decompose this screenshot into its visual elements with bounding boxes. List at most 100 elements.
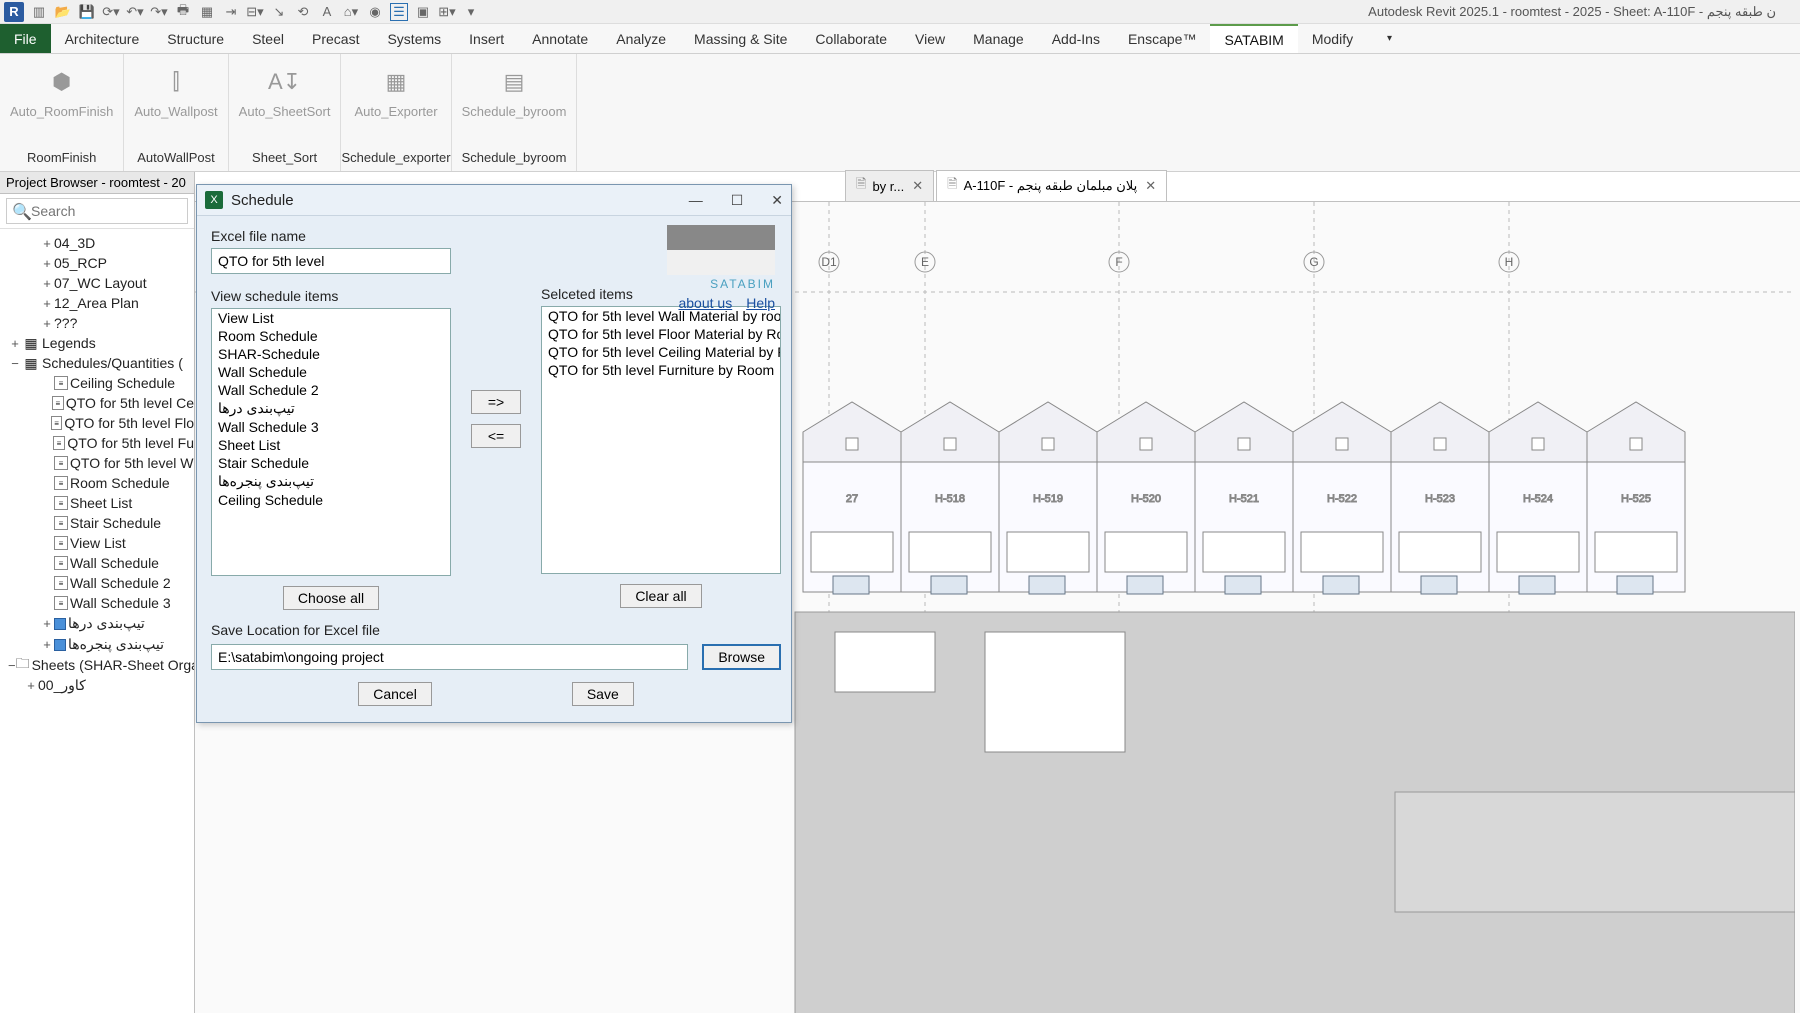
tree-row[interactable]: ≡QTO for 5th level W [0,453,194,473]
menu-add-ins[interactable]: Add-Ins [1038,24,1114,53]
tree-row[interactable]: ≡Stair Schedule [0,513,194,533]
choose-all-button[interactable]: Choose all [283,586,379,610]
menu-precast[interactable]: Precast [298,24,373,53]
menu-insert[interactable]: Insert [455,24,518,53]
window-icon[interactable]: ▣ [414,3,432,21]
menu-file[interactable]: File [0,24,51,53]
menu-enscape-[interactable]: Enscape™ [1114,24,1210,53]
close-icon[interactable]: ✕ [771,192,783,209]
about-link[interactable]: about us [678,295,732,311]
expander-icon[interactable]: + [24,678,38,693]
redo-icon[interactable]: ↷▾ [150,3,168,21]
print-icon[interactable]: 🖶 [174,3,192,21]
home-icon[interactable]: ⌂▾ [342,3,360,21]
text-icon[interactable]: A [318,3,336,21]
move-left-button[interactable]: <= [471,424,521,448]
menu-modify[interactable]: Modify [1298,24,1367,53]
tree-row[interactable]: +??? [0,313,194,333]
menu-annotate[interactable]: Annotate [518,24,602,53]
expander-icon[interactable]: + [40,637,54,652]
menu-analyze[interactable]: Analyze [602,24,680,53]
browse-button[interactable]: Browse [702,644,781,670]
view-tab[interactable]: 🗎A-110F - پلان مبلمان طبقه پنجم✕ [936,170,1167,201]
file-icon[interactable]: ▥ [30,3,48,21]
ribbon-btn[interactable]: ▤Schedule_byroom [452,60,577,123]
expander-icon[interactable]: + [40,256,54,271]
menu-architecture[interactable]: Architecture [51,24,154,53]
list-item[interactable]: Sheet List [212,436,450,454]
ribbon-btn[interactable]: ▦Auto_Exporter [344,60,447,123]
help-link[interactable]: Help [746,295,775,311]
undo-icon[interactable]: ↶▾ [126,3,144,21]
list-item[interactable]: QTO for 5th level Ceiling Material by Ro [542,343,780,361]
expander-icon[interactable]: − [8,356,22,371]
tree-row[interactable]: ≡Wall Schedule 3 [0,593,194,613]
expander-icon[interactable]: − [8,658,16,673]
maximize-icon[interactable]: ☐ [731,192,744,209]
expander-icon[interactable]: + [40,316,54,331]
tree-row[interactable]: ≡Sheet List [0,493,194,513]
pin-icon[interactable]: ↘ [270,3,288,21]
list-item[interactable]: Wall Schedule [212,363,450,381]
tree-row[interactable]: ≡View List [0,533,194,553]
ribbon-btn[interactable]: A↧Auto_SheetSort [229,60,341,123]
unpin-icon[interactable]: ⟲ [294,3,312,21]
menu-satabim[interactable]: SATABIM [1210,24,1297,53]
save-icon[interactable]: 💾 [78,3,96,21]
sync-icon[interactable]: ⟳▾ [102,3,120,21]
menu-collaborate[interactable]: Collaborate [801,24,901,53]
list-item[interactable]: Wall Schedule 3 [212,418,450,436]
tree-row[interactable]: −▦Schedules/Quantities ( [0,353,194,373]
cancel-button[interactable]: Cancel [358,682,432,706]
tree-row[interactable]: +04_3D [0,233,194,253]
tree-row[interactable]: ≡Room Schedule [0,473,194,493]
view-tab[interactable]: 🗎by r...✕ [845,170,934,201]
menu-manage[interactable]: Manage [959,24,1038,53]
tree-row[interactable]: ≡QTO for 5th level Fu [0,433,194,453]
list-item[interactable]: Room Schedule [212,327,450,345]
tree-row[interactable]: −🗀Sheets (SHAR-Sheet Organisation) [0,655,194,675]
minimize-icon[interactable]: — [689,192,703,209]
tree-row[interactable]: ≡Wall Schedule 2 [0,573,194,593]
menu-view[interactable]: View [901,24,959,53]
menu-steel[interactable]: Steel [238,24,298,53]
tree-row[interactable]: +تیپ‌بندی درها [0,613,194,634]
dim-icon[interactable]: ⊟▾ [246,3,264,21]
expander-icon[interactable]: + [40,236,54,251]
list-item[interactable]: تیپ‌بندی درها [212,399,450,418]
list-item[interactable]: Wall Schedule 2 [212,381,450,399]
tile-icon[interactable]: ⊞▾ [438,3,456,21]
ribbon-btn[interactable]: ⫿Auto_Wallpost [124,60,227,123]
list-item[interactable]: SHAR-Schedule [212,345,450,363]
tree-row[interactable]: +تیپ‌بندی پنجره‌ها [0,634,194,655]
list-item[interactable]: Ceiling Schedule [212,491,450,509]
list-item[interactable]: View List [212,309,450,327]
move-right-button[interactable]: => [471,390,521,414]
tree-row[interactable]: ≡QTO for 5th level Flo [0,413,194,433]
search-input[interactable] [6,198,188,224]
clear-all-button[interactable]: Clear all [620,584,701,608]
expander-icon[interactable]: + [40,276,54,291]
list-item[interactable]: تیپ‌بندی پنجره‌ها [212,472,450,491]
selected-items-listbox[interactable]: QTO for 5th level Wall Material by roomQ… [541,306,781,574]
menu-dropdown[interactable] [1367,24,1406,53]
tab-close-icon[interactable]: ✕ [1145,178,1156,194]
tree-row[interactable]: +12_Area Plan [0,293,194,313]
list-item[interactable]: Stair Schedule [212,454,450,472]
tab-close-icon[interactable]: ✕ [912,178,923,194]
view-items-listbox[interactable]: View ListRoom ScheduleSHAR-ScheduleWall … [211,308,451,576]
menu-structure[interactable]: Structure [153,24,238,53]
measure-icon[interactable]: ▦ [198,3,216,21]
save-button[interactable]: Save [572,682,634,706]
expander-icon[interactable]: + [40,616,54,631]
ribbon-btn[interactable]: ⬢Auto_RoomFinish [0,60,123,123]
tree-row[interactable]: ≡QTO for 5th level Ce [0,393,194,413]
expander-icon[interactable]: + [8,336,22,351]
save-location-input[interactable] [211,644,688,670]
align-icon[interactable]: ⇥ [222,3,240,21]
more-icon[interactable]: ▾ [462,3,480,21]
expander-icon[interactable]: + [40,296,54,311]
excel-name-input[interactable] [211,248,451,274]
open-icon[interactable]: 📂 [54,3,72,21]
tree-row[interactable]: +05_RCP [0,253,194,273]
